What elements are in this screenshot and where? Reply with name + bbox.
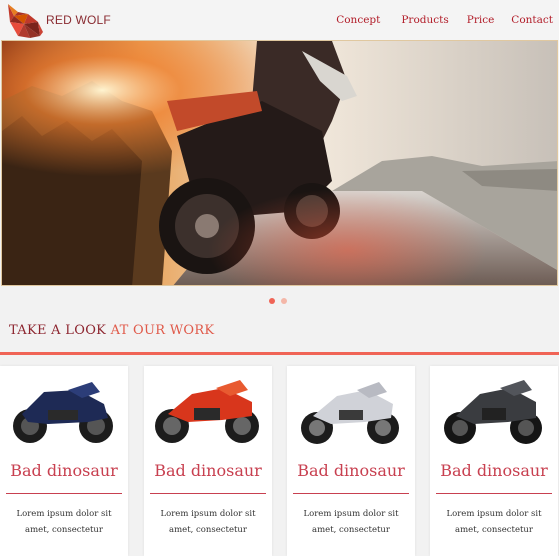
card-text: Lorem ipsum dolor sit amet, consectetur [303, 509, 399, 535]
card-title: Bad dinosaur [440, 461, 548, 480]
card-title: Bad dinosaur [154, 461, 262, 480]
card-title: Bad dinosaur [297, 461, 405, 480]
motorcycle-image [13, 382, 113, 443]
slider-dot-1[interactable] [269, 298, 275, 304]
card-divider [150, 493, 266, 494]
product-card[interactable]: Bad dinosaur Lorem ipsum dolor sit amet,… [0, 366, 128, 556]
motorcycle-image [444, 380, 542, 444]
card-text: Lorem ipsum dolor sit amet, consectetur [160, 509, 256, 535]
slider-dots [269, 298, 287, 304]
slider-dot-2[interactable] [281, 298, 287, 304]
product-cards: Bad dinosaur Lorem ipsum dolor sit amet,… [0, 366, 559, 556]
nav-item-concept[interactable]: Concept [336, 14, 380, 26]
product-card[interactable]: Bad dinosaur Lorem ipsum dolor sit amet,… [430, 366, 558, 556]
card-text: Lorem ipsum dolor sit amet, consectetur [446, 509, 542, 535]
hero-slider-image[interactable] [1, 40, 558, 286]
motorcycle-photo [2, 41, 557, 285]
motorcycle-image [155, 380, 259, 443]
card-divider [436, 493, 552, 494]
header: RED WOLF Concept Products Price Contact [0, 0, 559, 40]
motorcycle-image [301, 382, 399, 444]
section-title: TAKE A LOOK AT OUR WORK [9, 323, 214, 338]
card-text: Lorem ipsum dolor sit amet, consectetur [16, 509, 112, 535]
product-card[interactable]: Bad dinosaur Lorem ipsum dolor sit amet,… [144, 366, 272, 556]
section-title-plain: TAKE A LOOK [9, 323, 107, 338]
nav-item-products[interactable]: Products [401, 14, 448, 26]
card-divider [6, 493, 122, 494]
brand-name: RED WOLF [46, 13, 111, 27]
wolf-logo-icon[interactable] [4, 2, 44, 40]
nav-item-price[interactable]: Price [467, 14, 495, 26]
card-divider [293, 493, 409, 494]
section-divider [0, 352, 559, 355]
card-title: Bad dinosaur [10, 461, 118, 480]
nav-item-contact[interactable]: Contact [511, 14, 553, 26]
product-card[interactable]: Bad dinosaur Lorem ipsum dolor sit amet,… [287, 366, 415, 556]
main-nav: Concept Products Price Contact [336, 14, 553, 26]
section-title-accent: AT OUR WORK [110, 323, 215, 338]
